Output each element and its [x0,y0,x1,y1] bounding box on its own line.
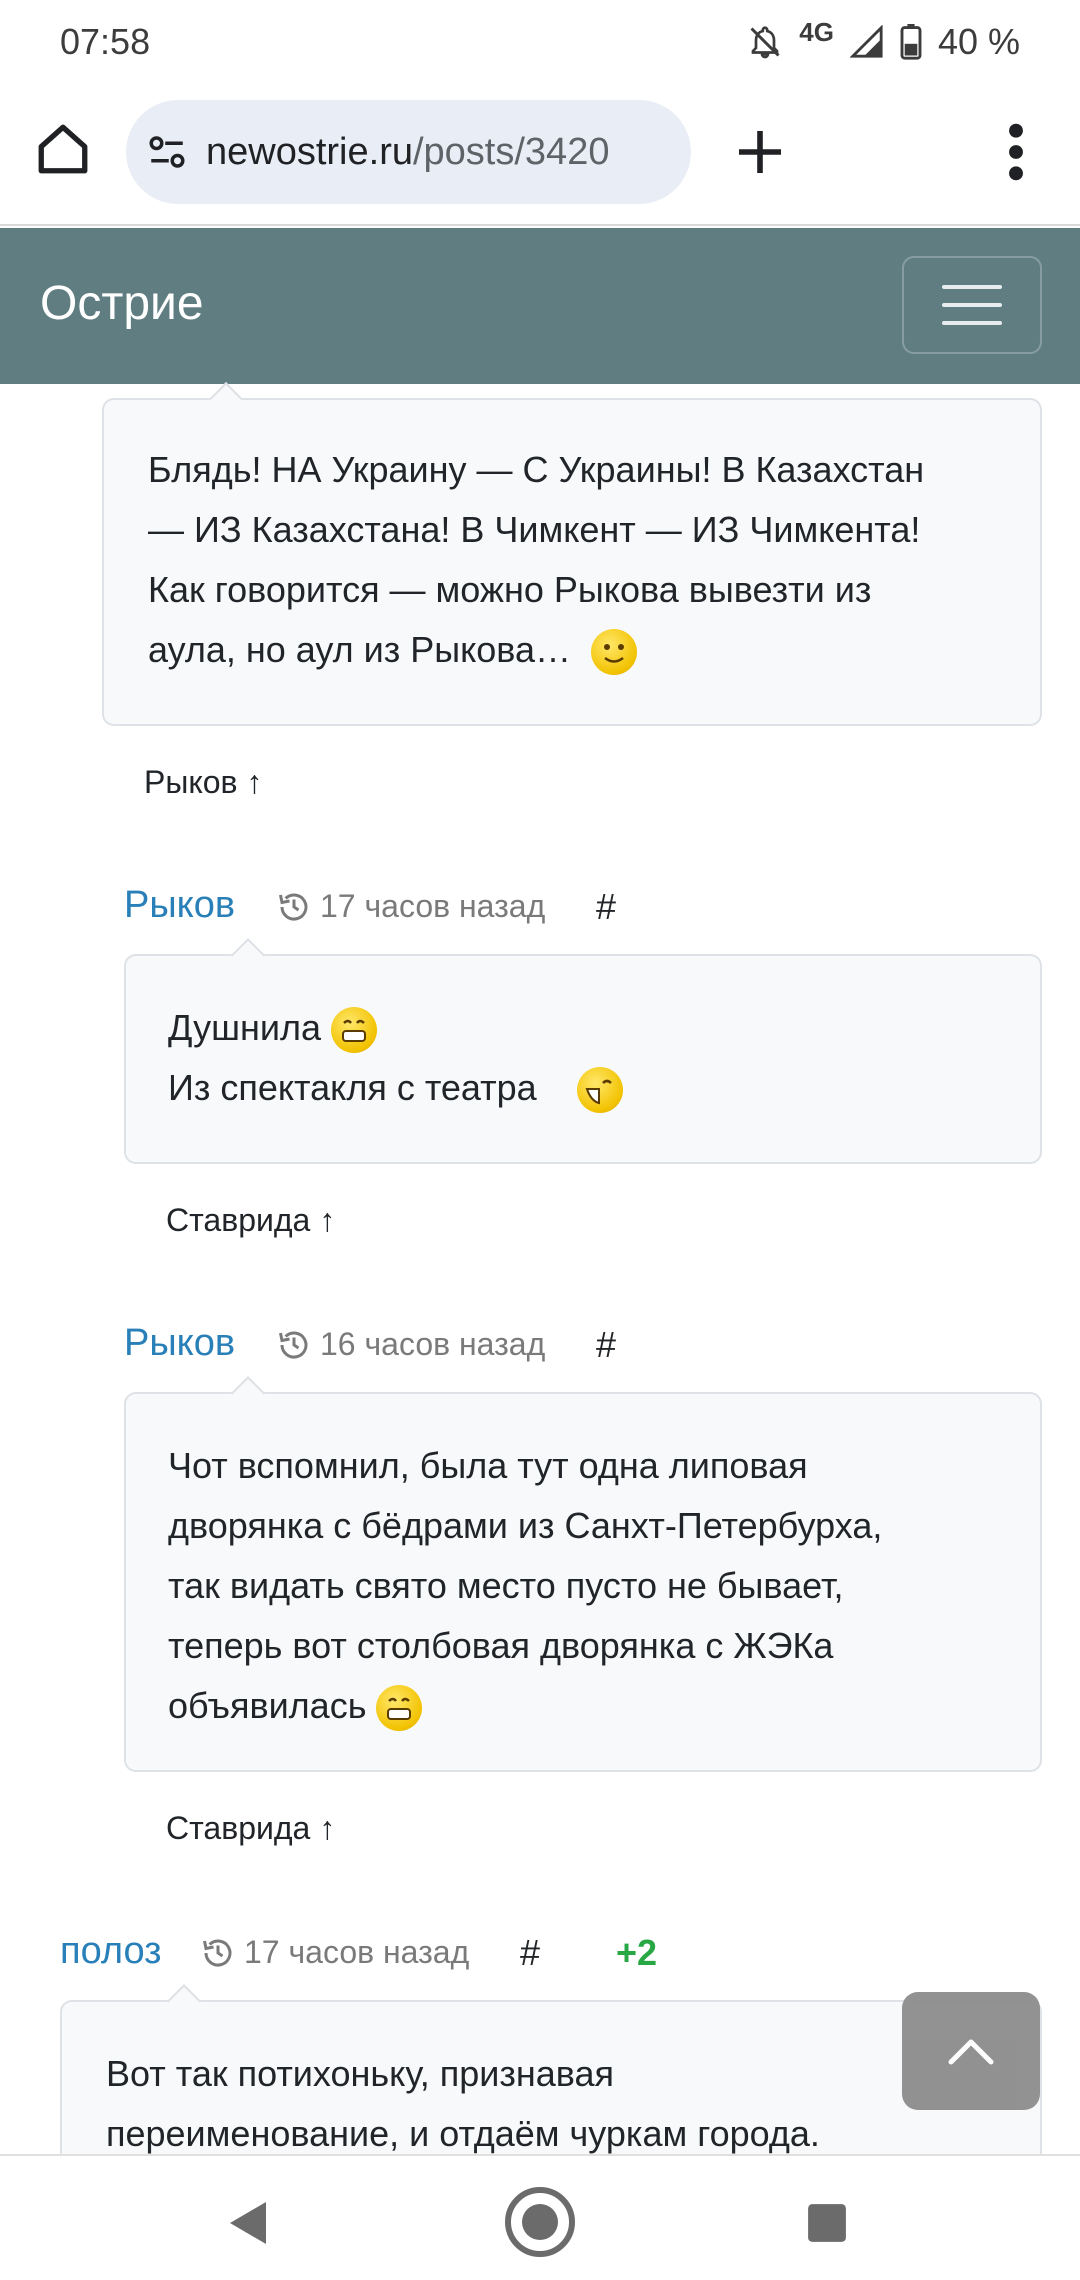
hamburger-icon-line [942,321,1002,325]
history-icon [279,1331,308,1358]
network-type: 4G [799,16,834,47]
comment-text: Душнила [168,1007,322,1048]
comment-body: Чот вспомнил, была тут одна липовая двор… [124,1392,1042,1772]
home-circle-icon[interactable] [502,2184,578,2260]
reply-to-link[interactable]: Рыков ↑ [144,764,262,801]
hamburger-icon-line [942,303,1002,307]
comment-body: Блядь! НА Украину — С Украины! В Казахст… [102,398,1042,726]
comment-line: Душнила [168,998,998,1058]
comment-time: 17 часов назад [244,1934,470,1970]
comment-text: Вот так потихоньку, признавая переименов… [106,2053,820,2154]
notifications-off-icon [750,26,780,59]
history-icon [203,1939,232,1966]
comment-text: Чот вспомнил, была тут одна липовая двор… [168,1445,883,1726]
reply-to-link[interactable]: Ставрида ↑ [166,1202,335,1239]
comment-meta: 17 часов назад [200,1934,469,1971]
grin-icon [376,1685,423,1732]
battery-level: 40 % [937,21,1020,62]
system-nav-bar [0,2154,1080,2280]
back-icon[interactable] [226,2198,270,2248]
comment-time: 17 часов назад [320,888,546,924]
address-bar[interactable]: newostrie.ru/posts/3420 [126,100,691,204]
url-path: /posts/3420 [412,130,610,173]
comment-text: Блядь! НА Украину — С Украины! В Казахст… [148,449,925,670]
signal-icon [849,25,883,58]
url-text[interactable]: newostrie.ru/posts/3420 [206,131,609,174]
site-navbar: Острие [0,228,1080,384]
comment-meta: 17 часов назад [276,888,545,925]
comment-score: +2 [616,1932,658,1973]
laugh-icon [576,1067,623,1114]
history-icon [279,893,308,920]
comment-text: Из спектакля с театра [168,1067,537,1108]
comment-meta: 16 часов назад [276,1326,545,1363]
battery-icon [900,24,922,60]
smiley-icon [591,629,638,676]
comment-body: Душнила Из спектакля с театра [124,954,1042,1164]
home-icon[interactable] [34,120,92,178]
site-brand[interactable]: Острие [40,276,204,331]
comment-line: Из спектакля с театра [168,1058,998,1118]
comment-anchor-link[interactable]: # [596,886,616,928]
grin-icon [331,1007,378,1054]
url-domain: newostrie.ru [206,130,413,173]
comment-time: 16 часов назад [320,1326,546,1362]
plus-icon[interactable] [732,124,788,180]
more-vert-icon[interactable] [1000,120,1032,184]
recents-icon[interactable] [806,2202,848,2244]
menu-toggle-button[interactable] [902,256,1042,354]
reply-to-link[interactable]: Ставрида ↑ [166,1810,335,1847]
comment-anchor-link[interactable]: # [520,1932,540,1974]
browser-toolbar: newostrie.ru/posts/3420 [0,84,1080,226]
hamburger-icon-line [942,285,1002,289]
site-settings-icon[interactable] [146,131,188,173]
chevron-up-icon [948,2039,994,2065]
comment-anchor-link[interactable]: # [596,1324,616,1366]
status-time: 07:58 [60,21,151,62]
comment-author[interactable]: Рыков [124,884,235,927]
comment-author[interactable]: Рыков [124,1322,235,1365]
comment-author[interactable]: полоз [60,1930,162,1973]
scroll-to-top-button[interactable] [902,1992,1040,2110]
status-icons: 4G 40 % [747,17,1020,63]
status-bar: 07:58 4G 40 % [0,0,1080,84]
